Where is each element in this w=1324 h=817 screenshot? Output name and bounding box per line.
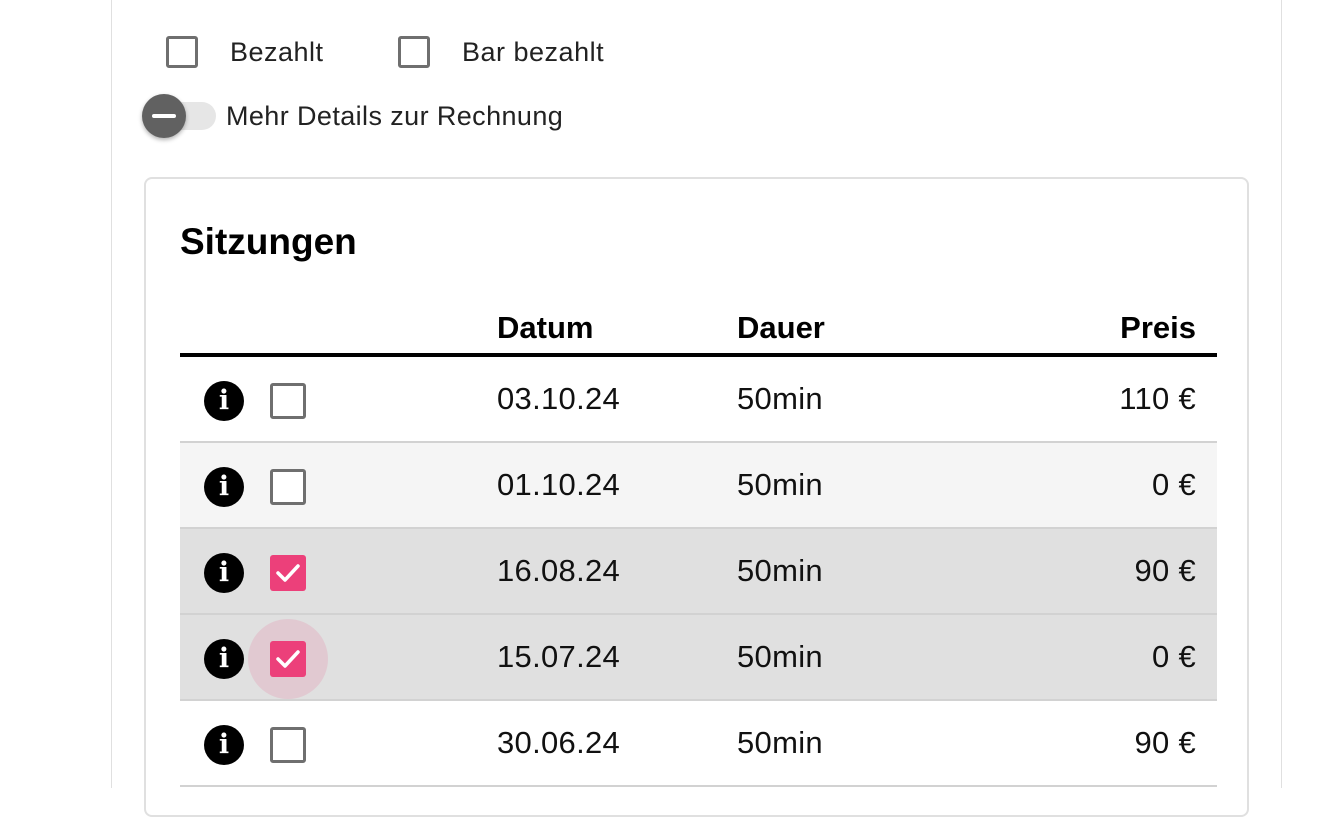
column-header-price[interactable]: Preis — [1120, 310, 1196, 346]
table-row[interactable]: i 01.10.24 50min 0 € — [180, 443, 1217, 529]
minus-icon — [142, 94, 186, 138]
row-checkbox[interactable] — [270, 641, 306, 677]
table-row[interactable]: i 30.06.24 50min 90 € — [180, 701, 1217, 787]
cell-date: 30.06.24 — [497, 725, 621, 760]
cell-date: 16.08.24 — [497, 553, 621, 588]
row-checkbox[interactable] — [270, 383, 306, 419]
cell-price: 0 € — [1152, 639, 1196, 674]
row-checkbox-wrap[interactable] — [248, 705, 328, 785]
row-checkbox-wrap[interactable] — [248, 619, 328, 699]
cell-duration: 50min — [737, 381, 823, 416]
cell-duration: 50min — [737, 467, 823, 502]
table-header: Datum Dauer Preis — [180, 305, 1217, 357]
cell-date: 01.10.24 — [497, 467, 621, 502]
paid-checkbox[interactable] — [166, 36, 198, 68]
info-icon[interactable]: i — [204, 639, 244, 679]
cash-paid-checkbox-label: Bar bezahlt — [462, 36, 605, 67]
info-icon[interactable]: i — [204, 467, 244, 507]
cell-price: 0 € — [1152, 467, 1196, 502]
table-row[interactable]: i 16.08.24 50min 90 € — [180, 529, 1217, 615]
sessions-table: Datum Dauer Preis i 03.10.24 50min 110 €… — [180, 305, 1217, 787]
cell-price: 110 € — [1119, 381, 1196, 416]
cash-paid-checkbox-group[interactable]: Bar bezahlt — [398, 36, 604, 68]
column-header-date[interactable]: Datum — [497, 310, 593, 346]
column-header-duration[interactable]: Dauer — [737, 310, 825, 346]
row-checkbox[interactable] — [270, 727, 306, 763]
info-icon[interactable]: i — [204, 381, 244, 421]
cell-price: 90 € — [1134, 725, 1196, 760]
cell-duration: 50min — [737, 725, 823, 760]
cell-date: 15.07.24 — [497, 639, 621, 674]
details-toggle-switch[interactable] — [142, 94, 218, 138]
row-checkbox[interactable] — [270, 555, 306, 591]
sessions-title: Sitzungen — [180, 221, 357, 262]
cell-duration: 50min — [737, 553, 823, 588]
check-icon — [276, 650, 300, 668]
row-checkbox-wrap[interactable] — [248, 447, 328, 527]
table-row[interactable]: i 15.07.24 50min 0 € — [180, 615, 1217, 701]
paid-checkbox-label: Bezahlt — [230, 36, 324, 67]
sessions-card: Sitzungen Datum Dauer Preis i 03.10.24 5… — [144, 177, 1249, 817]
row-checkbox-wrap[interactable] — [248, 533, 328, 613]
table-row[interactable]: i 03.10.24 50min 110 € — [180, 357, 1217, 443]
info-icon[interactable]: i — [204, 725, 244, 765]
info-icon[interactable]: i — [204, 553, 244, 593]
details-toggle-label: Mehr Details zur Rechnung — [226, 100, 564, 131]
row-checkbox-wrap[interactable] — [248, 361, 328, 441]
cash-paid-checkbox[interactable] — [398, 36, 430, 68]
row-checkbox[interactable] — [270, 469, 306, 505]
cell-date: 03.10.24 — [497, 381, 621, 416]
cell-price: 90 € — [1134, 553, 1196, 588]
check-icon — [276, 564, 300, 582]
cell-duration: 50min — [737, 639, 823, 674]
details-toggle-row[interactable]: Mehr Details zur Rechnung — [142, 94, 563, 138]
paid-checkbox-group[interactable]: Bezahlt — [166, 36, 324, 68]
